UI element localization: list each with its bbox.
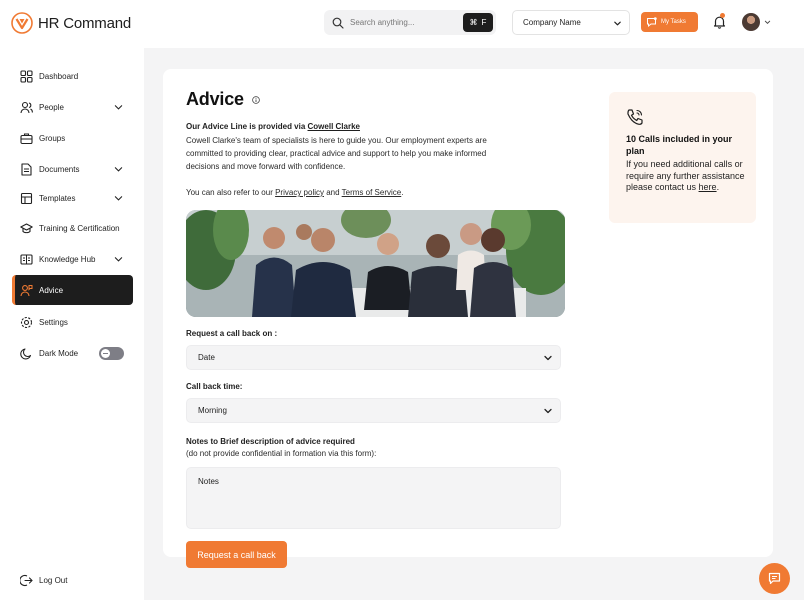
- logo-icon: [11, 12, 33, 34]
- document-icon: [21, 162, 32, 176]
- plan-body: If you need additional calls or require …: [626, 159, 746, 194]
- sidebar-item-label: Training & Certification: [39, 223, 120, 233]
- my-tasks-button[interactable]: My Tasks: [641, 12, 698, 32]
- moon-icon: [20, 347, 32, 359]
- brand-name: HR Command: [38, 14, 132, 32]
- logout-button[interactable]: Log Out: [12, 565, 133, 595]
- meeting-illustration: [186, 210, 565, 317]
- chevron-down-icon: [114, 196, 123, 201]
- chevron-down-icon: [544, 355, 552, 361]
- command-key-icon: ⌘: [469, 18, 478, 27]
- logout-icon: [20, 574, 33, 586]
- intro-body: Cowell Clarke's team of specialists is h…: [186, 136, 487, 172]
- callback-date-label: Request a call back on :: [186, 329, 278, 338]
- refer-suffix: .: [401, 188, 404, 197]
- avatar[interactable]: [742, 13, 760, 31]
- sidebar-item-knowledge-hub[interactable]: Knowledge Hub: [12, 244, 133, 274]
- sidebar-item-label: Advice: [39, 285, 64, 295]
- gear-icon: [20, 316, 33, 328]
- intro-heading: Our Advice Line is provided via Cowell C…: [186, 122, 360, 131]
- my-tasks-label: My Tasks: [661, 19, 686, 25]
- sidebar-item-label: Groups: [39, 133, 66, 143]
- callback-time-value: Morning: [198, 406, 227, 415]
- intro-heading-text: Our Advice Line is provided via: [186, 122, 308, 131]
- sidebar-item-groups[interactable]: Groups: [12, 123, 133, 153]
- contact-here-link[interactable]: here: [699, 182, 717, 192]
- refer-and: and: [324, 188, 342, 197]
- chevron-down-icon: [114, 105, 123, 110]
- plan-body-text: If you need additional calls or require …: [626, 159, 745, 193]
- advice-icon: [20, 284, 33, 296]
- dark-mode-toggle[interactable]: [99, 347, 124, 360]
- briefcase-icon: [20, 132, 33, 144]
- notes-label: Notes to Brief description of advice req…: [186, 437, 355, 446]
- people-icon: [20, 101, 33, 113]
- sidebar-item-label: Knowledge Hub: [39, 254, 96, 264]
- sidebar-item-training[interactable]: Training & Certification: [12, 213, 133, 243]
- company-select-value: Company Name: [523, 18, 581, 27]
- chevron-down-icon: [614, 21, 621, 26]
- page-title: Advice: [186, 89, 244, 109]
- callback-time-label: Call back time:: [186, 382, 243, 391]
- search-input[interactable]: [350, 18, 460, 27]
- meeting-photo: [186, 210, 565, 317]
- sidebar-item-settings[interactable]: Settings: [12, 307, 133, 337]
- sidebar-item-documents[interactable]: Documents: [12, 154, 133, 184]
- terms-of-service-link[interactable]: Terms of Service: [342, 188, 402, 197]
- sidebar-item-label: Documents: [39, 164, 80, 174]
- search-shortcut-badge: ⌘ F: [463, 13, 493, 32]
- plan-body-suffix: .: [716, 182, 720, 193]
- privacy-policy-link[interactable]: Privacy policy: [275, 188, 324, 197]
- callback-date-value: Date: [198, 353, 215, 362]
- sidebar-item-label: Templates: [39, 193, 76, 203]
- callback-time-select[interactable]: Morning: [186, 398, 561, 423]
- chat-button[interactable]: [759, 563, 790, 594]
- dashboard-icon: [20, 69, 33, 83]
- sidebar-item-templates[interactable]: Templates: [12, 183, 133, 213]
- phone-ringing-icon: [627, 109, 643, 125]
- sidebar-item-label: Dark Mode: [39, 348, 79, 358]
- toggle-knob: [101, 349, 110, 358]
- chevron-down-icon[interactable]: [764, 19, 771, 26]
- top-bar: HR Command ⌘ F Company Name My Tasks: [0, 0, 804, 48]
- sidebar-item-label: Dashboard: [39, 71, 79, 81]
- chevron-down-icon: [114, 167, 123, 172]
- shortcut-key: F: [481, 18, 487, 27]
- logout-label: Log Out: [39, 575, 68, 585]
- sidebar-item-label: Settings: [39, 317, 68, 327]
- search-bar[interactable]: ⌘ F: [324, 10, 496, 35]
- graduation-cap-icon: [20, 222, 33, 233]
- chat-icon: [768, 572, 781, 585]
- plan-title: 10 Calls included in your plan: [626, 134, 733, 156]
- notification-dot: [720, 13, 725, 18]
- chevron-down-icon: [114, 257, 123, 262]
- callback-date-select[interactable]: Date: [186, 345, 561, 370]
- chevron-down-icon: [544, 408, 552, 414]
- notes-field[interactable]: [186, 467, 561, 529]
- refer-prefix: You can also refer to our: [186, 188, 276, 197]
- template-icon: [20, 192, 33, 204]
- sidebar-item-dashboard[interactable]: Dashboard: [12, 61, 133, 91]
- info-icon[interactable]: [252, 96, 260, 104]
- cowell-clarke-link[interactable]: Cowell Clarke: [308, 122, 360, 131]
- sidebar-item-people[interactable]: People: [12, 92, 133, 122]
- sidebar-item-label: People: [39, 102, 64, 112]
- logo[interactable]: HR Command: [11, 12, 131, 34]
- refer-text: You can also refer to our Privacy policy…: [186, 188, 403, 197]
- book-icon: [20, 253, 33, 265]
- search-icon: [332, 17, 344, 29]
- sidebar-item-advice[interactable]: Advice: [12, 275, 133, 305]
- notes-sublabel: (do not provide confidential in formatio…: [186, 449, 377, 458]
- company-select[interactable]: Company Name: [512, 10, 630, 35]
- chat-bubble-icon: [647, 17, 657, 27]
- request-call-back-button[interactable]: Request a call back: [186, 541, 287, 568]
